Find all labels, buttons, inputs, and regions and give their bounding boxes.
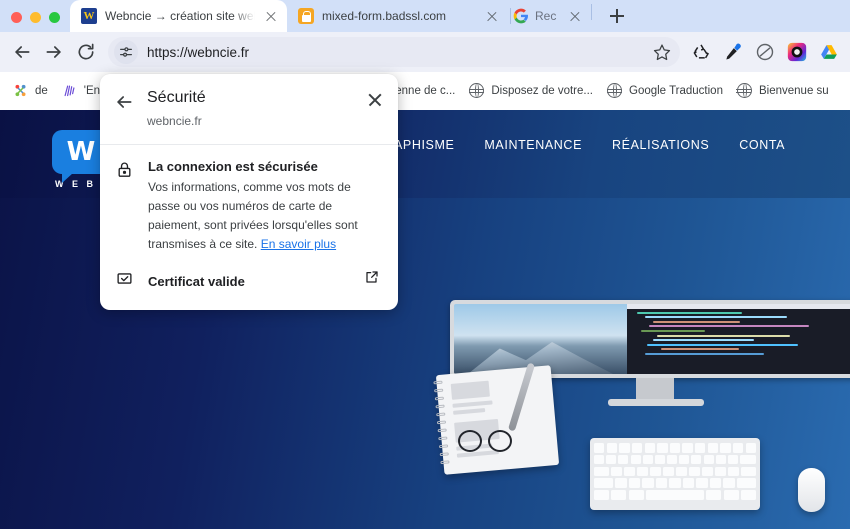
- close-tab-button[interactable]: [484, 8, 500, 24]
- popup-site-name: webncie.fr: [147, 114, 202, 128]
- close-tab-button[interactable]: [567, 8, 583, 24]
- learn-more-link[interactable]: En savoir plus: [261, 237, 336, 251]
- bookmark-item[interactable]: Google Traduction: [600, 78, 730, 104]
- browser-window: W Webncie → création site web mixed-form…: [0, 0, 850, 529]
- mouse: [798, 468, 825, 512]
- notebook-spiral: [433, 380, 450, 469]
- open-in-new-icon[interactable]: [364, 269, 382, 287]
- globe-icon: [606, 82, 623, 99]
- certificate-label: Certificat valide: [148, 273, 245, 289]
- lock-favicon: [298, 8, 314, 24]
- bookmark-label: Bienvenue su: [758, 85, 829, 97]
- tab-webncie[interactable]: W Webncie → création site web: [70, 0, 287, 32]
- nav-item-contact[interactable]: CONTA: [739, 138, 785, 152]
- site-security-popup: Sécurité webncie.fr La connexion est séc…: [100, 74, 398, 310]
- recycle-extension-icon[interactable]: [686, 37, 716, 67]
- tab-mixed-form-badssl[interactable]: mixed-form.badssl.com: [287, 0, 508, 32]
- tab-title: mixed-form.badssl.com: [322, 9, 447, 23]
- bookmark-label: éenne de c...: [388, 85, 456, 97]
- back-arrow-icon[interactable]: [6, 36, 38, 68]
- nav-item-maintenance[interactable]: MAINTENANCE: [484, 138, 582, 152]
- star-icon[interactable]: [648, 38, 676, 66]
- tab-strip: W Webncie → création site web mixed-form…: [0, 0, 850, 32]
- imac-monitor: [450, 300, 850, 378]
- hero-desk-illustration: [433, 300, 850, 529]
- eyeglasses: [458, 428, 518, 454]
- tab-title: Rec: [535, 9, 557, 23]
- connection-secure-heading: La connexion est sécurisée: [148, 159, 318, 174]
- tab-divider: [510, 8, 511, 24]
- eyedropper-extension-icon[interactable]: [718, 37, 748, 67]
- lock-icon: [116, 159, 136, 254]
- certificate-check-icon: [116, 270, 136, 292]
- joomla-icon: [13, 83, 29, 99]
- tab-divider: [591, 4, 592, 20]
- back-arrow-icon[interactable]: [114, 92, 134, 112]
- imac-stand-neck: [636, 378, 674, 400]
- bookmark-label: Disposez de votre...: [491, 85, 593, 97]
- globe-icon: [468, 82, 485, 99]
- browser-toolbar: https://webncie.fr: [0, 32, 850, 72]
- desktop-wallpaper: [454, 304, 627, 374]
- reload-icon[interactable]: [70, 36, 102, 68]
- address-bar[interactable]: https://webncie.fr: [108, 37, 680, 67]
- notebook: [433, 365, 560, 475]
- logo-letter: W: [66, 137, 96, 167]
- google-drive-extension-icon[interactable]: [814, 37, 844, 67]
- google-favicon: [513, 8, 529, 24]
- bookmark-label: de: [35, 85, 48, 97]
- tab-google-rec[interactable]: Rec: [513, 0, 630, 32]
- imac-stand-foot: [608, 399, 704, 406]
- url-text[interactable]: https://webncie.fr: [147, 45, 249, 60]
- bookmark-item[interactable]: de: [6, 78, 55, 104]
- extensions-area: [686, 37, 850, 67]
- close-icon[interactable]: [366, 91, 384, 109]
- close-tab-button[interactable]: [263, 8, 279, 24]
- new-tab-button[interactable]: [604, 3, 630, 29]
- globe-icon: [736, 82, 753, 99]
- tune-icon[interactable]: [114, 40, 138, 64]
- minimize-window-button[interactable]: [30, 12, 41, 23]
- bookmark-item[interactable]: Disposez de votre...: [462, 78, 600, 104]
- tab-title: Webncie → création site web: [105, 9, 255, 23]
- maximize-window-button[interactable]: [49, 12, 60, 23]
- popup-header: Sécurité webncie.fr: [100, 74, 398, 138]
- close-window-button[interactable]: [11, 12, 22, 23]
- bookmark-label: Google Traduction: [629, 85, 723, 97]
- nav-item-realisations[interactable]: RÉALISATIONS: [612, 138, 709, 152]
- popup-title: Sécurité: [147, 89, 206, 106]
- connection-secure-text: Vos informations, comme vos mots de pass…: [148, 178, 382, 254]
- webncie-favicon: W: [81, 8, 97, 24]
- color-circle-extension-icon[interactable]: [782, 37, 812, 67]
- keyboard: [590, 438, 760, 510]
- window-controls: [0, 12, 70, 32]
- forward-arrow-icon[interactable]: [38, 36, 70, 68]
- certificate-row[interactable]: Certificat valide: [100, 262, 398, 292]
- bookmark-item[interactable]: Bienvenue su: [730, 78, 836, 104]
- connection-secure-section: La connexion est sécurisée Vos informati…: [100, 145, 398, 262]
- adblock-extension-icon[interactable]: [750, 37, 780, 67]
- feather-icon: [62, 83, 78, 99]
- code-editor-window: [626, 304, 850, 374]
